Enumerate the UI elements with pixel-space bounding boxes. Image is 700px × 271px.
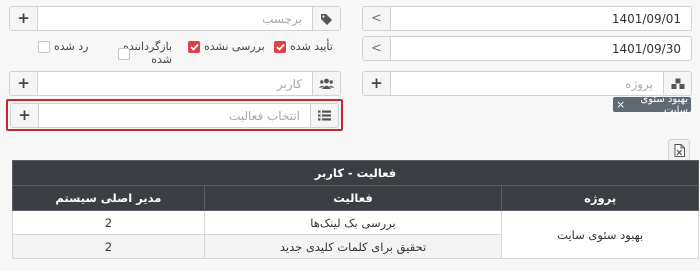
project-tag-label: بهبود سئوی سایت (640, 93, 688, 116)
date-from-input[interactable]: 1401/09/01 (391, 7, 691, 30)
user-group: + کاربر (9, 71, 341, 96)
date-from-prev-button[interactable]: < (363, 7, 391, 30)
cubes-icon (671, 78, 684, 89)
date-to-group: < 1401/09/30 (362, 36, 692, 61)
user-input[interactable]: کاربر (38, 72, 312, 95)
tag-icon (321, 13, 332, 25)
plus-icon: + (17, 74, 30, 92)
status-returned[interactable]: بازگرداننده شده (118, 40, 172, 66)
add-project-button[interactable]: + (363, 72, 391, 95)
status-returned-label: بازگرداننده شده (123, 40, 172, 66)
status-unreviewed-checkbox[interactable] (188, 41, 200, 53)
export-excel-button[interactable] (668, 139, 690, 161)
add-user-button[interactable]: + (10, 72, 38, 95)
status-approved-label: تأیید شده (290, 40, 333, 53)
status-unreviewed[interactable]: بررسی نشده (188, 40, 265, 53)
column-project: پروژه (501, 185, 699, 211)
date-from-group: < 1401/09/01 (362, 6, 692, 31)
column-system-manager: مدیر اصلی سیستم (12, 185, 205, 211)
table-row: بهبود سئوی سایت بررسی بک لینک‌ها 2 (12, 210, 699, 259)
project-tag-chip: بهبود سئوی سایت × (613, 94, 691, 116)
add-tag-button[interactable]: + (10, 7, 38, 30)
status-approved-checkbox[interactable] (274, 41, 286, 53)
status-approved[interactable]: تأیید شده (274, 40, 333, 53)
cell-activity: تحقیق برای کلمات کلیدی جدید (203, 234, 503, 259)
date-to-input[interactable]: 1401/09/30 (391, 37, 691, 60)
tag-input[interactable]: برچسب (38, 7, 312, 30)
plus-icon: + (17, 9, 30, 27)
activity-highlight-frame (6, 99, 343, 131)
cell-activity: بررسی بک لینک‌ها (203, 210, 503, 235)
tag-icon-addon (312, 7, 340, 30)
users-icon-addon (312, 72, 340, 95)
status-rejected-label: رد شده (54, 40, 89, 53)
chevron-left-icon: < (371, 41, 382, 56)
status-rejected[interactable]: رد شده (38, 40, 88, 53)
project-icon-addon (663, 72, 691, 95)
column-activity: فعالیت (203, 185, 503, 211)
status-returned-checkbox[interactable] (118, 48, 130, 60)
project-input[interactable]: پروژه (391, 72, 663, 95)
status-unreviewed-label: بررسی نشده (204, 40, 265, 53)
cell-value: 2 (12, 234, 205, 259)
users-icon (319, 78, 334, 89)
table-title: فعالیت - کاربر (12, 160, 699, 186)
cell-project: بهبود سئوی سایت (501, 210, 699, 259)
project-group: + پروژه (362, 71, 692, 96)
cell-value: 2 (12, 210, 205, 235)
tag-group: + برچسب (9, 6, 341, 31)
remove-tag-icon[interactable]: × (616, 98, 625, 111)
activity-user-table: فعالیت - کاربر پروژه فعالیت مدیر اصلی سی… (12, 160, 699, 259)
file-excel-icon (674, 143, 685, 157)
status-rejected-checkbox[interactable] (38, 41, 50, 53)
plus-icon: + (370, 74, 383, 92)
chevron-left-icon: < (371, 11, 382, 26)
date-to-prev-button[interactable]: < (363, 37, 391, 60)
